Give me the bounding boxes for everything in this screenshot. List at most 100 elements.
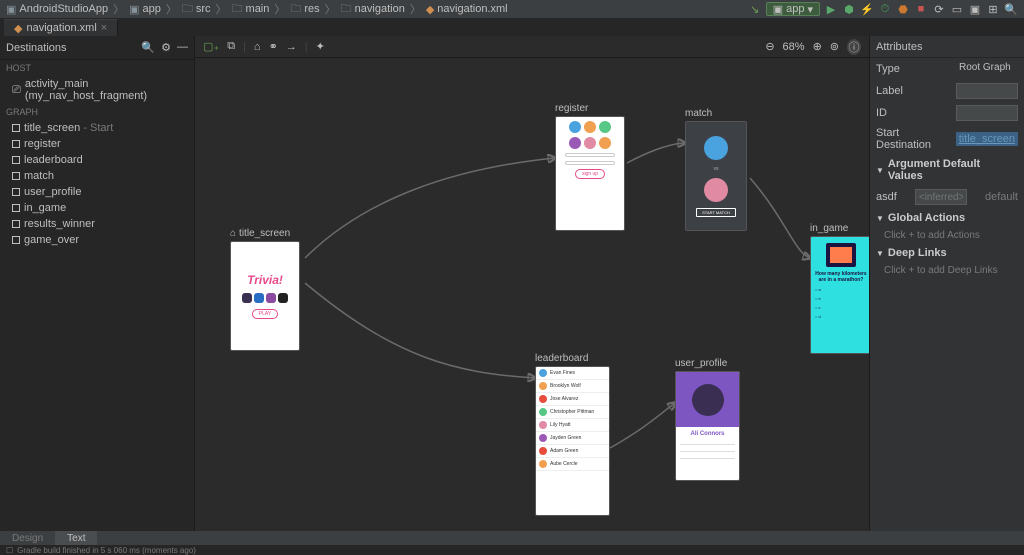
tab-navigation-xml[interactable]: ◆ navigation.xml × [4,19,118,36]
start-dest-label: Start Destination [876,127,952,151]
attributes-panel: Attributes TypeRoot Graph Label ID Start… [869,36,1024,531]
avatar-icon [692,384,724,416]
xml-icon: ◆ [426,3,434,16]
status-bar: ☐Gradle build finished in 5 s 060 ms (mo… [0,545,1024,555]
attributes-title: Attributes [876,41,922,53]
trivia-logo: Trivia! [247,273,283,287]
tv-icon [826,243,856,267]
arg-key: asdf [876,191,897,203]
signup-button: sign up [575,169,605,179]
node-register[interactable]: register sign up [555,103,625,231]
id-label: ID [876,107,887,119]
decor-shapes [242,293,288,303]
deeplink-icon[interactable]: ⚭ [269,40,278,53]
dest-item-leaderboard[interactable]: leaderboard [0,152,194,168]
nested-graph-icon[interactable]: ⧉ [227,40,235,53]
nav-editor: ▢₊ ⧉ | ⌂ ⚭ → | ✦ ⊖ 68% ⊕ ⊚ ⓘ [195,36,869,531]
module-icon: ▣ [129,3,139,16]
activity-icon: ⎚ [12,84,21,97]
avd-icon[interactable]: ▭ [950,2,964,16]
tab-text[interactable]: Text [55,531,97,545]
apply-changes-icon[interactable]: ⚡ [860,2,874,16]
crumb-project[interactable]: ▣AndroidStudioApp [6,3,108,16]
dest-item-match[interactable]: match [0,168,194,184]
id-input[interactable] [956,105,1018,121]
zoom-out-icon[interactable]: ⊖ [765,40,774,53]
home-icon[interactable]: ⌂ [254,41,261,53]
label-label: Label [876,85,903,97]
fragment-icon [12,140,20,148]
tab-design[interactable]: Design [0,531,55,545]
pan-icon[interactable]: ⓘ [847,39,861,55]
run-config-selector[interactable]: ▣ app ▾ [766,2,820,16]
folder-icon: 🗀 [341,0,352,19]
tab-label: navigation.xml [26,22,96,34]
host-item[interactable]: ⎚activity_main (my_nav_host_fragment) [0,76,194,104]
arg-value-input[interactable] [915,189,967,205]
crumb-main[interactable]: 🗀main [232,0,270,19]
collapse-icon[interactable]: — [177,41,188,54]
play-button: PLAY [252,309,278,319]
type-value: Root Graph [956,61,1018,77]
close-icon[interactable]: × [101,22,107,34]
node-match[interactable]: match vs START MATCH [685,108,747,231]
fragment-icon [12,236,20,244]
host-section-label: HOST [0,60,194,76]
folder-icon: 🗀 [232,0,243,19]
dest-item-results-winner[interactable]: results_winner [0,216,194,232]
global-actions-section[interactable]: Global Actions [870,208,1024,228]
zoom-in-icon[interactable]: ⊕ [813,40,822,53]
deep-links-section[interactable]: Deep Links [870,243,1024,263]
graph-section-label: GRAPH [0,104,194,120]
crumb-navfolder[interactable]: 🗀navigation [341,0,405,19]
crumb-src[interactable]: 🗀src [182,0,211,19]
action-icon[interactable]: → [286,41,297,53]
dest-item-title-screen[interactable]: title_screen - Start [0,120,194,136]
crumb-file[interactable]: ◆navigation.xml [426,3,508,16]
node-user-profile[interactable]: user_profile Ali Connors [675,358,740,481]
search-icon[interactable]: 🔍 [141,41,155,54]
fragment-icon [12,156,20,164]
fragment-icon [12,220,20,228]
label-input[interactable] [956,83,1018,99]
arg-defaults-section[interactable]: Argument Default Values [870,154,1024,186]
dest-item-register[interactable]: register [0,136,194,152]
nav-canvas[interactable]: ⌂title_screen Trivia! PLAY register sign… [195,58,869,531]
sdk-icon[interactable]: ▣ [968,2,982,16]
start-match-button: START MATCH [696,208,736,217]
folder-icon: 🗀 [182,0,193,19]
run-icon[interactable]: ▶ [824,2,838,16]
xml-icon: ◆ [14,22,22,35]
auto-arrange-icon[interactable]: ✦ [316,40,325,53]
actions-hint: Click + to add Actions [870,228,1024,243]
node-in-game[interactable]: in_game How many kilometers are in a mar… [810,223,869,354]
new-destination-icon[interactable]: ▢₊ [203,40,219,53]
fragment-icon [12,172,20,180]
crumb-res[interactable]: 🗀res [290,0,319,19]
node-title-screen[interactable]: ⌂title_screen Trivia! PLAY [230,228,300,351]
attach-icon[interactable]: ⬣ [896,2,910,16]
profile-icon[interactable]: ⏱ [878,2,892,16]
destinations-panel: Destinations 🔍 ⚙ — HOST ⎚activity_main (… [0,36,195,531]
make-icon[interactable]: ↘ [748,2,762,16]
search-icon[interactable]: 🔍 [1004,2,1018,16]
start-dest-value[interactable]: title_screen [956,132,1018,146]
structure-icon[interactable]: ⊞ [986,2,1000,16]
zoom-fit-icon[interactable]: ⊚ [830,40,839,53]
destinations-title: Destinations [6,42,67,54]
dest-item-user-profile[interactable]: user_profile [0,184,194,200]
dest-item-game-over[interactable]: game_over [0,232,194,248]
breadcrumb-bar: ▣AndroidStudioApp〉 ▣app〉 🗀src〉 🗀main〉 🗀r… [0,0,1024,18]
gear-icon[interactable]: ⚙ [161,41,171,54]
dest-item-in-game[interactable]: in_game [0,200,194,216]
debug-icon[interactable]: ⬢ [842,2,856,16]
editor-toolbar: ▢₊ ⧉ | ⌂ ⚭ → | ✦ ⊖ 68% ⊕ ⊚ ⓘ [195,36,869,58]
stop-icon[interactable]: ■ [914,2,928,16]
zoom-level: 68% [783,41,805,53]
folder-icon: 🗀 [290,0,301,19]
crumb-app[interactable]: ▣app [129,3,161,16]
node-leaderboard[interactable]: leaderboard Evan Fines Brooklyn Wolf Jos… [535,353,610,516]
sync-icon[interactable]: ⟳ [932,2,946,16]
fragment-icon [12,188,20,196]
editor-tabs: ◆ navigation.xml × [0,18,1024,36]
